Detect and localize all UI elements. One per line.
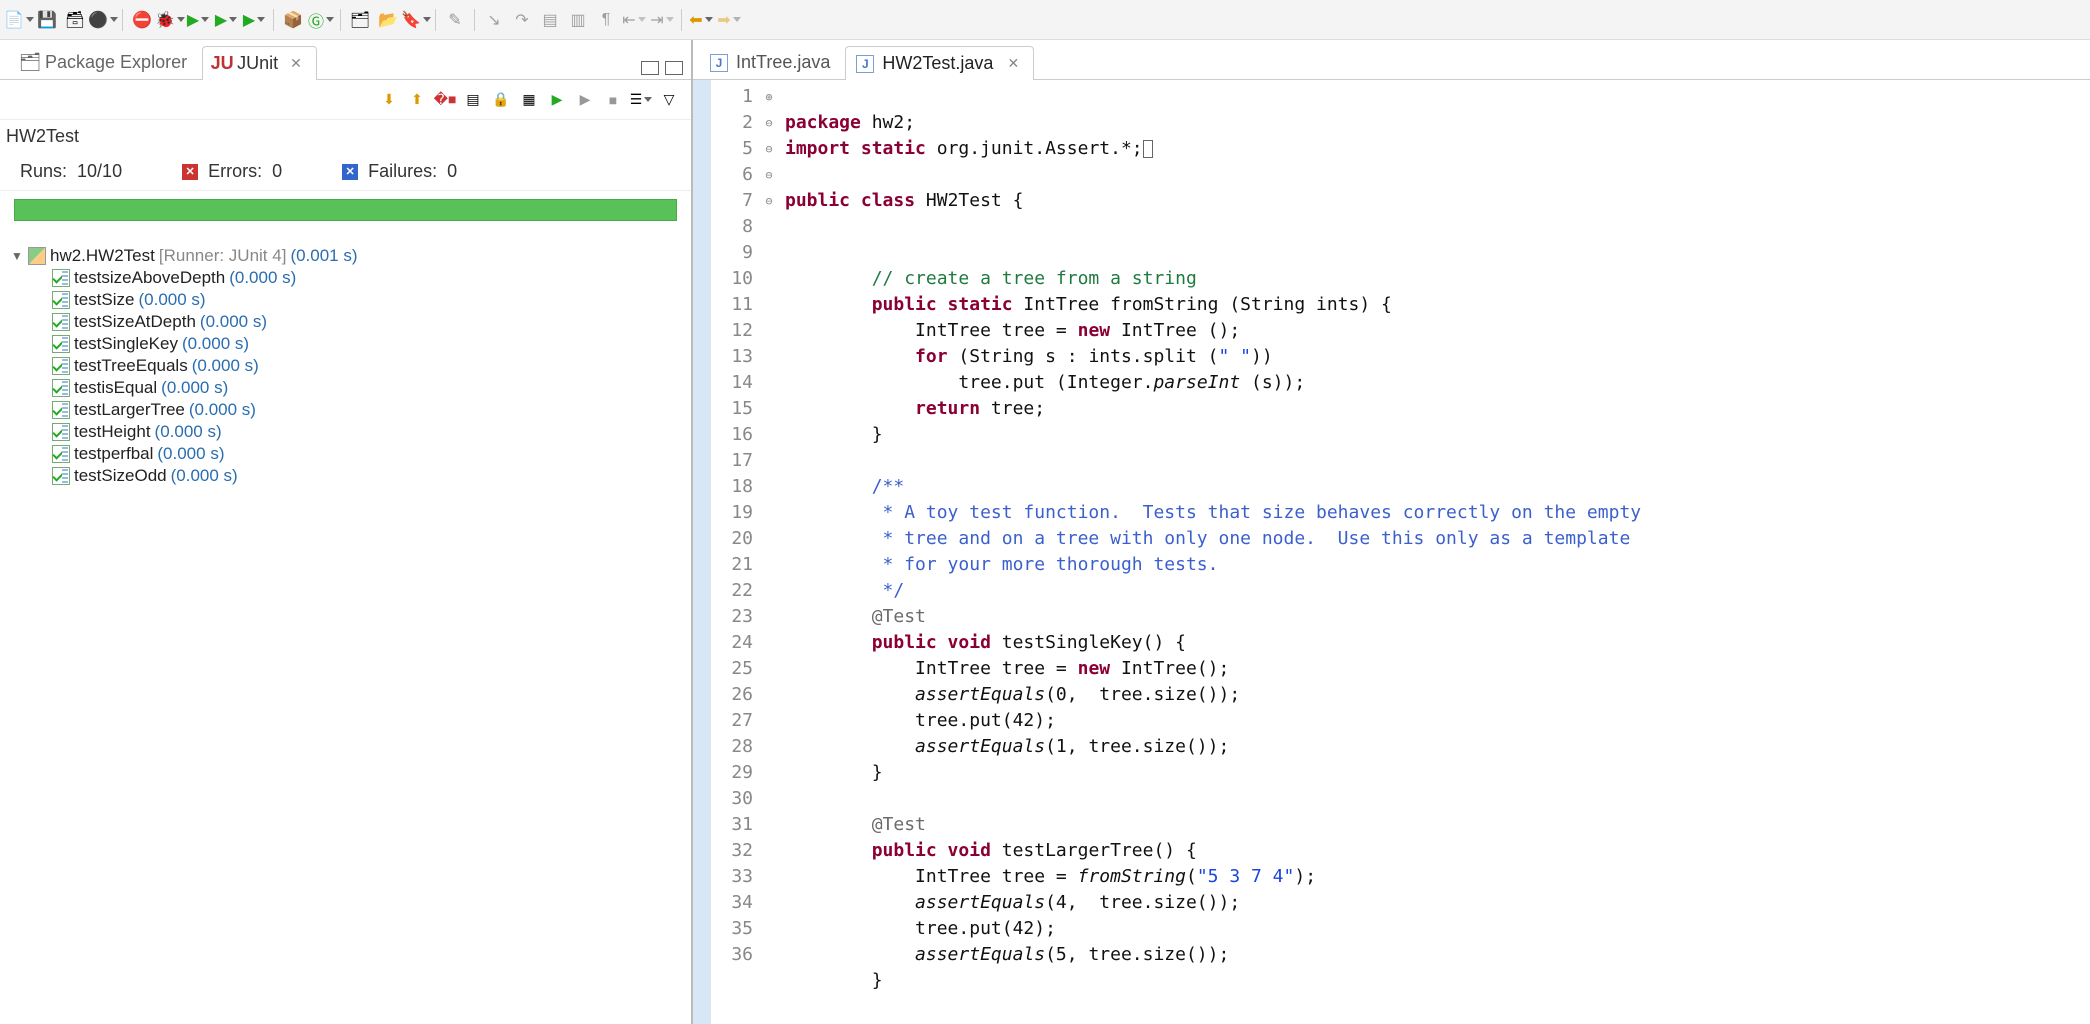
tab-label: JUnit bbox=[237, 53, 278, 74]
expand-caret-icon[interactable]: ▼ bbox=[10, 249, 24, 263]
prev-failure-icon[interactable]: ⬆ bbox=[405, 88, 429, 112]
relaunch-icon[interactable]: ▤ bbox=[461, 88, 485, 112]
code-editor[interactable]: 1256789101112131415161718192021222324252… bbox=[693, 80, 2090, 1024]
new-class-button[interactable]: Ⓖ bbox=[308, 7, 334, 33]
package-explorer-icon: 🗂 bbox=[21, 54, 39, 72]
test-pass-icon bbox=[52, 357, 70, 375]
test-row[interactable]: testSizeAtDepth (0.000 s) bbox=[52, 311, 681, 333]
test-class-label: HW2Test bbox=[0, 120, 691, 153]
debug-button[interactable]: 🐞 bbox=[157, 7, 183, 33]
minimize-view-button[interactable] bbox=[641, 61, 659, 75]
test-pass-icon bbox=[52, 423, 70, 441]
stat-failures: ✕ Failures: 0 bbox=[342, 161, 457, 182]
save-all-button[interactable]: 🗃 bbox=[62, 7, 88, 33]
tab-junit[interactable]: JU JUnit ✕ bbox=[202, 46, 317, 80]
editor-tab-hw2test[interactable]: J HW2Test.java ✕ bbox=[845, 46, 1034, 80]
junit-progress-bar bbox=[14, 199, 677, 221]
run-dim-icon[interactable]: ▶ bbox=[573, 88, 597, 112]
save-button[interactable]: 💾 bbox=[34, 7, 60, 33]
test-pass-icon bbox=[52, 269, 70, 287]
junit-tree: ▼ hw2.HW2Test [Runner: JUnit 4] (0.001 s… bbox=[0, 239, 691, 493]
test-pass-icon bbox=[52, 335, 70, 353]
java-file-icon: J bbox=[856, 55, 874, 73]
suite-row[interactable]: ▼ hw2.HW2Test [Runner: JUnit 4] (0.001 s… bbox=[10, 245, 681, 267]
failure-icon: ✕ bbox=[342, 164, 358, 180]
editor-tab-bar: J IntTree.java J HW2Test.java ✕ bbox=[693, 40, 2090, 80]
toggle-mark-button[interactable]: ✎ bbox=[442, 7, 468, 33]
junit-toolbar: ⬇ ⬆ �■ ▤ 🔒 ▦ ▶ ▶ ■ ☰ ▽ bbox=[0, 80, 691, 120]
open-type-button[interactable]: 🗂 bbox=[347, 7, 373, 33]
rerun-failed-icon[interactable]: ▦ bbox=[517, 88, 541, 112]
step-over-icon[interactable]: ↷ bbox=[509, 7, 535, 33]
main-toolbar: 📄 💾 🗃 ⚫ ⛔ 🐞 ▶ ▶ ▶ 📦 Ⓖ 🗂 📂 🔖 ✎ ↘ ↷ ▤ ▥ ¶ … bbox=[0, 0, 2090, 40]
test-row[interactable]: testHeight (0.000 s) bbox=[52, 421, 681, 443]
stop-junit-icon[interactable]: �■ bbox=[433, 88, 457, 112]
close-icon[interactable]: ✕ bbox=[1007, 55, 1019, 72]
test-pass-icon bbox=[52, 379, 70, 397]
tab-label: Package Explorer bbox=[45, 52, 187, 73]
skip-breakpoints-button[interactable]: ⛔ bbox=[129, 7, 155, 33]
history-icon[interactable]: ☰ bbox=[629, 88, 653, 112]
stat-errors: ✕ Errors: 0 bbox=[182, 161, 282, 182]
test-row[interactable]: testLargerTree (0.000 s) bbox=[52, 399, 681, 421]
test-pass-icon bbox=[52, 401, 70, 419]
editor-tab-inttree[interactable]: J IntTree.java bbox=[699, 45, 845, 79]
junit-icon: JU bbox=[213, 55, 231, 73]
view-menu-icon[interactable]: ▽ bbox=[657, 88, 681, 112]
run-button[interactable]: ▶ bbox=[185, 7, 211, 33]
coverage-button[interactable]: ▶ bbox=[213, 7, 239, 33]
back-button[interactable]: ⬅ bbox=[688, 7, 714, 33]
test-row[interactable]: testsizeAboveDepth (0.000 s) bbox=[52, 267, 681, 289]
perspective-button[interactable]: ⚫ bbox=[90, 7, 116, 33]
doc-icon[interactable]: ▥ bbox=[565, 7, 591, 33]
test-pass-icon bbox=[52, 291, 70, 309]
stop-icon[interactable]: ■ bbox=[601, 88, 625, 112]
maximize-view-button[interactable] bbox=[665, 61, 683, 75]
search-button[interactable]: 🔖 bbox=[403, 7, 429, 33]
step-icon[interactable]: ↘ bbox=[481, 7, 507, 33]
suite-icon bbox=[28, 247, 46, 265]
run-last-button[interactable]: ▶ bbox=[241, 7, 267, 33]
close-icon[interactable]: ✕ bbox=[290, 55, 302, 72]
nav-next-icon[interactable]: ⇥ bbox=[649, 7, 675, 33]
test-row[interactable]: testisEqual (0.000 s) bbox=[52, 377, 681, 399]
tab-package-explorer[interactable]: 🗂 Package Explorer bbox=[10, 45, 202, 79]
para-icon[interactable]: ¶ bbox=[593, 7, 619, 33]
new-package-button[interactable]: 📦 bbox=[280, 7, 306, 33]
test-pass-icon bbox=[52, 313, 70, 331]
editor-margin bbox=[693, 80, 711, 1024]
test-row[interactable]: testSizeOdd (0.000 s) bbox=[52, 465, 681, 487]
new-wizard-button[interactable]: 📄 bbox=[6, 7, 32, 33]
java-file-icon: J bbox=[710, 54, 728, 72]
fold-column[interactable]: ⊕⊖⊖⊖⊖ bbox=[759, 80, 779, 1024]
code-area[interactable]: package hw2; import static org.junit.Ass… bbox=[779, 80, 2090, 1024]
test-row[interactable]: testSize (0.000 s) bbox=[52, 289, 681, 311]
outline-icon[interactable]: ▤ bbox=[537, 7, 563, 33]
test-pass-icon bbox=[52, 445, 70, 463]
open-task-button[interactable]: 📂 bbox=[375, 7, 401, 33]
next-failure-icon[interactable]: ⬇ bbox=[377, 88, 401, 112]
test-row[interactable]: testperfbal (0.000 s) bbox=[52, 443, 681, 465]
error-icon: ✕ bbox=[182, 164, 198, 180]
test-row[interactable]: testTreeEquals (0.000 s) bbox=[52, 355, 681, 377]
run-green-icon[interactable]: ▶ bbox=[545, 88, 569, 112]
nav-prev-icon[interactable]: ⇤ bbox=[621, 7, 647, 33]
rerun-icon[interactable]: 🔒 bbox=[489, 88, 513, 112]
view-tab-bar: 🗂 Package Explorer JU JUnit ✕ bbox=[0, 40, 691, 80]
forward-button[interactable]: ➡ bbox=[716, 7, 742, 33]
test-row[interactable]: testSingleKey (0.000 s) bbox=[52, 333, 681, 355]
test-pass-icon bbox=[52, 467, 70, 485]
junit-stats: Runs: 10/10 ✕ Errors: 0 ✕ Failures: 0 bbox=[0, 153, 691, 191]
stat-runs: Runs: 10/10 bbox=[20, 161, 122, 182]
line-number-gutter: 1256789101112131415161718192021222324252… bbox=[711, 80, 759, 1024]
